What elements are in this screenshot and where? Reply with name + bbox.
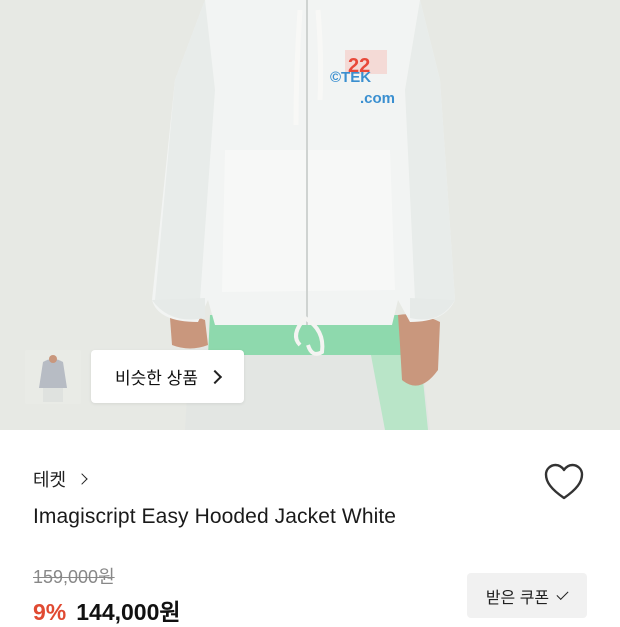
wishlist-heart-icon[interactable]	[543, 462, 585, 502]
svg-text:.com: .com	[360, 90, 395, 107]
product-image[interactable]: 22 ©TEK .com 비슷한 상품	[0, 0, 620, 430]
sale-price: 144,000원	[76, 599, 181, 625]
product-title: Imagiscript Easy Hooded Jacket White	[33, 505, 397, 528]
similar-products-button[interactable]: 비슷한 상품	[91, 350, 244, 403]
brand-link[interactable]: 테켓	[33, 466, 88, 492]
brand-name: 테켓	[33, 470, 67, 490]
chevron-right-icon	[76, 473, 88, 485]
original-price: 159,000원	[33, 567, 115, 587]
discount-rate: 9%	[33, 599, 67, 625]
received-coupon-button[interactable]: 받은 쿠폰	[467, 573, 587, 618]
similar-products-label: 비슷한 상품	[115, 369, 198, 388]
chevron-right-icon	[207, 369, 223, 384]
coupon-label: 받은 쿠폰	[485, 589, 550, 607]
check-icon	[556, 587, 569, 600]
svg-text:©TEK: ©TEK	[330, 69, 371, 86]
thumbnail-similar[interactable]	[25, 350, 81, 404]
price-row: 9% 144,000원	[33, 593, 181, 627]
